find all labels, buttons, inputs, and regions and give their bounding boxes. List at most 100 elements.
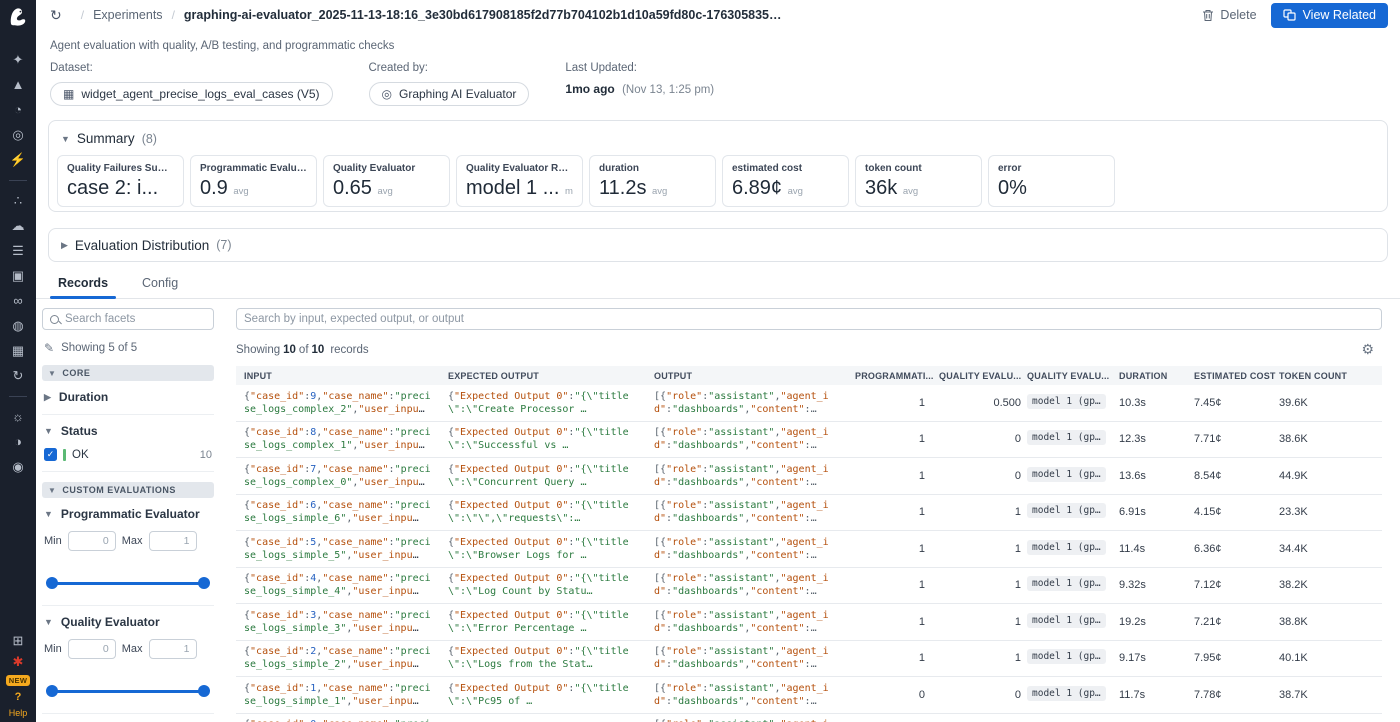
programmatic-range-slider[interactable] (46, 577, 210, 589)
summary-card[interactable]: error0% (988, 155, 1115, 207)
debug-gear-icon[interactable]: ☼ (8, 409, 28, 425)
summary-cards: Quality Failures Summarycase 2: i... Pro… (57, 155, 1379, 207)
table-row[interactable]: {"case_id":9,"case_name":"precise_logs_c… (236, 385, 1382, 422)
duration-facet-toggle[interactable]: ▶ Duration (44, 390, 212, 404)
facet-search-input[interactable] (65, 313, 206, 325)
cell-output: [{"role":"assistant","agent_id":"dashboa… (654, 390, 855, 416)
cell-quality-reasoning: model 1 (gp… (1027, 613, 1119, 631)
certificate-icon[interactable]: ◍ (8, 318, 28, 334)
table-row[interactable]: {"case_id":4,"case_name":"precise_logs_s… (236, 568, 1382, 605)
app-logo[interactable] (0, 0, 36, 34)
cluster-icon[interactable]: ∴ (8, 193, 28, 209)
cell-estimated-cost: 7.45¢ (1194, 397, 1279, 409)
timer-icon[interactable]: ◔ (8, 102, 28, 118)
summary-card[interactable]: token count36k avg (855, 155, 982, 207)
radar-icon[interactable]: ◎ (8, 127, 28, 143)
table-settings-gear-icon[interactable]: ⚙ (1361, 341, 1374, 358)
last-updated-detail: (Nov 13, 1:25 pm) (622, 84, 714, 96)
summary-section-header[interactable]: ▼ Summary (8) (57, 131, 1379, 146)
table-row[interactable]: {"case_id":1,"case_name":"precise_logs_s… (236, 677, 1382, 714)
table-row[interactable]: {"case_id":7,"case_name":"precise_logs_c… (236, 458, 1382, 495)
facet-showing-row[interactable]: ✎ Showing 5 of 5 (44, 341, 214, 355)
cell-expected-output: {"Expected Output 0":"{\"title\":\"Brows… (448, 536, 654, 562)
column-header-estimated-cost[interactable]: ESTIMATED COST (1194, 371, 1279, 381)
breadcrumb-root-icon[interactable]: ↻ (50, 7, 62, 24)
last-updated-ago: 1mo ago (565, 82, 614, 96)
status-option-ok[interactable]: ✓ OK 10 (44, 448, 212, 461)
breadcrumb-experiments-link[interactable]: Experiments (93, 8, 162, 22)
scan-settings-icon[interactable]: ◉ (8, 459, 28, 475)
table-search-icon[interactable]: ▦ (8, 343, 28, 359)
column-header-quality-reasoning[interactable]: QUALITY EVALU... (1027, 371, 1119, 381)
cell-programmatic: 1 (855, 543, 939, 555)
table-row[interactable]: {"case_id":5,"case_name":"precise_logs_s… (236, 531, 1382, 568)
column-header-expected-output[interactable]: EXPECTED OUTPUT (448, 371, 654, 381)
cell-estimated-cost: 7.95¢ (1194, 652, 1279, 664)
tab-config[interactable]: Config (132, 270, 188, 298)
slider-handle-min[interactable] (46, 577, 58, 589)
column-header-input[interactable]: INPUT (236, 371, 448, 381)
table-row[interactable]: {"case_id":2,"case_name":"precise_logs_s… (236, 641, 1382, 678)
facet-group-reasoning: ▼ Quality Evaluator Reasoning ✓ model 1 … (42, 714, 214, 722)
gauge-icon[interactable]: ◑ (8, 434, 28, 450)
delete-button[interactable]: Delete (1202, 8, 1256, 22)
breadcrumb-separator: / (81, 8, 84, 22)
reasoning-pill: model 1 (gp… (1027, 394, 1106, 409)
link-icon[interactable]: ∞ (8, 293, 28, 309)
sidebar-bottom: ⊞ ✱ NEW ? Help (0, 633, 36, 718)
cell-programmatic: 1 (855, 397, 939, 409)
plugin-icon[interactable]: ⊞ (8, 633, 28, 649)
slider-handle-max[interactable] (198, 685, 210, 697)
quality-facet-toggle[interactable]: ▼ Quality Evaluator (44, 615, 212, 629)
programmatic-max-input[interactable] (149, 531, 197, 551)
table-row[interactable]: {"case_id":0,"case_name":"precise_logs_s… (236, 714, 1382, 722)
column-header-programmatic[interactable]: PROGRAMMATI... (855, 371, 939, 381)
slider-handle-max[interactable] (198, 577, 210, 589)
cell-expected-output: {"Expected Output 0":"{\"title\":\"Succe… (448, 426, 654, 452)
help-question-icon[interactable]: ? (15, 691, 22, 703)
quality-min-input[interactable] (68, 639, 116, 659)
programmatic-facet-toggle[interactable]: ▼ Programmatic Evaluator (44, 507, 212, 521)
tab-records[interactable]: Records (48, 270, 118, 298)
status-facet-toggle[interactable]: ▼ Status (44, 424, 212, 438)
chart-icon[interactable]: ▲ (8, 77, 28, 93)
summary-card-label: Programmatic Evaluator (200, 163, 307, 174)
cloud-icon[interactable]: ☁ (8, 218, 28, 234)
summary-card[interactable]: duration11.2s avg (589, 155, 716, 207)
cell-token-count: 40.1K (1279, 652, 1382, 664)
table-row[interactable]: {"case_id":8,"case_name":"precise_logs_c… (236, 422, 1382, 459)
filter-lines-icon[interactable]: ☰ (8, 243, 28, 259)
view-related-button[interactable]: View Related (1271, 3, 1388, 28)
table-row[interactable]: {"case_id":6,"case_name":"precise_logs_s… (236, 495, 1382, 532)
cell-quality: 1 (939, 652, 1027, 664)
slider-handle-min[interactable] (46, 685, 58, 697)
help-label[interactable]: Help (9, 708, 28, 718)
summary-card[interactable]: estimated cost6.89¢ avg (722, 155, 849, 207)
evaluation-distribution-header[interactable]: ▶ Evaluation Distribution (7) (57, 238, 232, 253)
bug-report-icon[interactable]: ✱ (8, 654, 28, 670)
table-header-row: INPUT EXPECTED OUTPUT OUTPUT PROGRAMMATI… (236, 366, 1382, 385)
column-header-quality[interactable]: QUALITY EVALU... (939, 371, 1027, 381)
windows-icon[interactable]: ▣ (8, 268, 28, 284)
summary-card[interactable]: Quality Evaluator Reaso...model 1 ... mo… (456, 155, 583, 207)
records-search-input[interactable] (244, 313, 1374, 325)
column-header-duration[interactable]: DURATION (1119, 371, 1194, 381)
summary-card[interactable]: Programmatic Evaluator0.9 avg (190, 155, 317, 207)
facet-section-core[interactable]: ▼ CORE (42, 365, 214, 381)
column-header-token-count[interactable]: TOKEN COUNT (1279, 371, 1382, 381)
summary-card[interactable]: Quality Failures Summarycase 2: i... (57, 155, 184, 207)
history-icon[interactable]: ↻ (8, 368, 28, 384)
column-header-output[interactable]: OUTPUT (654, 371, 855, 381)
sparkle-icon[interactable]: ✦ (8, 52, 28, 68)
quality-range-slider[interactable] (46, 685, 210, 697)
facet-section-custom-evaluations[interactable]: ▼ CUSTOM EVALUATIONS (42, 482, 214, 498)
summary-card[interactable]: Quality Evaluator0.65 avg (323, 155, 450, 207)
table-row[interactable]: {"case_id":3,"case_name":"precise_logs_s… (236, 604, 1382, 641)
checkbox-checked-icon[interactable]: ✓ (44, 448, 57, 461)
dataset-pill[interactable]: ▦ widget_agent_precise_logs_eval_cases (… (50, 82, 333, 106)
cell-quality-reasoning: model 1 (gp… (1027, 540, 1119, 558)
bolt-icon[interactable]: ⚡ (8, 152, 28, 168)
programmatic-min-input[interactable] (68, 531, 116, 551)
quality-max-input[interactable] (149, 639, 197, 659)
created-by-pill[interactable]: ◎ Graphing AI Evaluator (369, 82, 530, 106)
